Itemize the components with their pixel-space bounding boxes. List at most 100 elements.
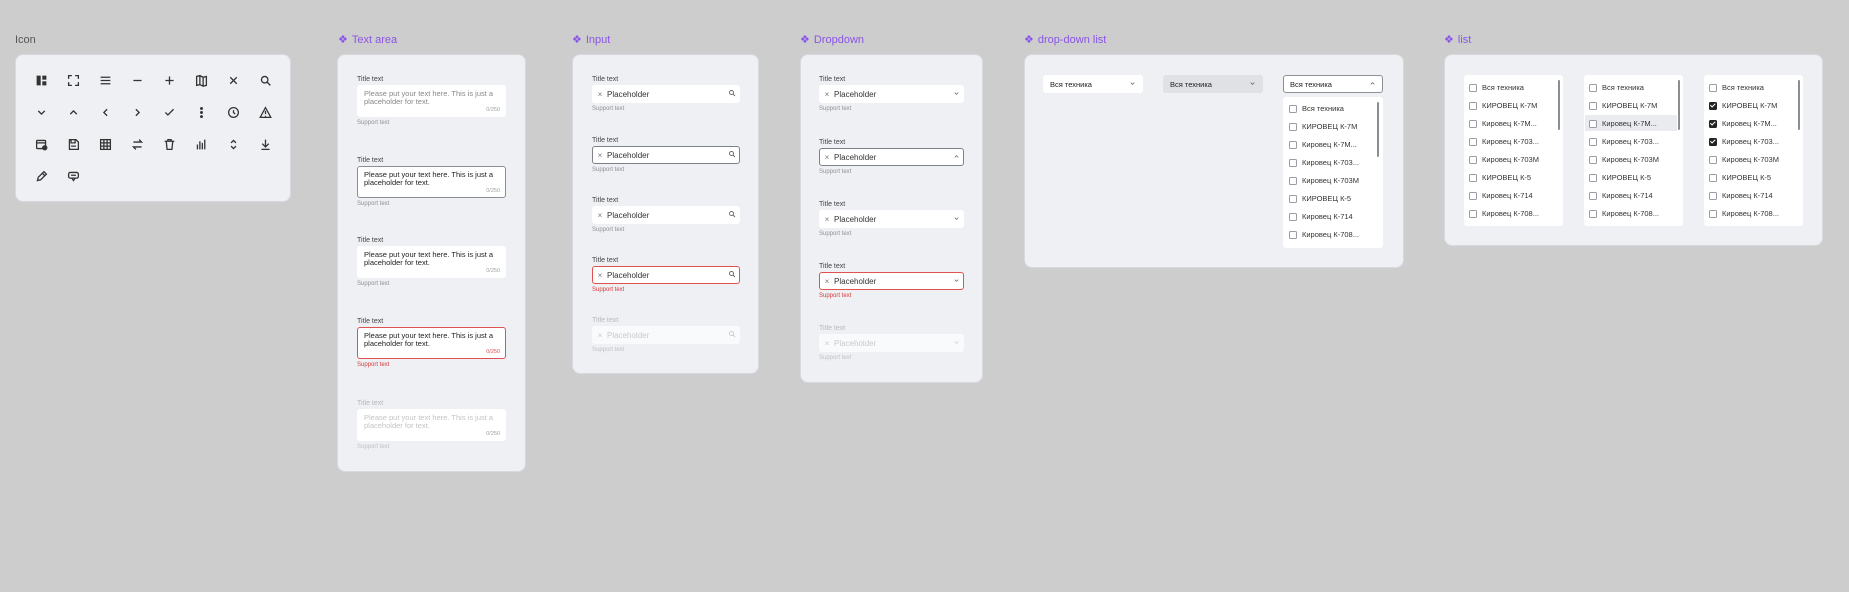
clear-icon[interactable]: × [593, 331, 607, 340]
clear-icon[interactable]: × [820, 277, 834, 286]
list-item[interactable]: Кировец К-703М [1709, 155, 1779, 164]
text-area[interactable]: Please put your text here. This is just … [357, 166, 506, 198]
search-icon[interactable] [725, 330, 739, 340]
checkbox[interactable] [1709, 137, 1717, 146]
clear-icon[interactable]: × [820, 90, 834, 99]
list-item[interactable]: Вся техника [1709, 83, 1764, 92]
checkbox[interactable] [1469, 209, 1477, 218]
list-item[interactable]: Кировец К-708... [1589, 209, 1659, 218]
checkbox[interactable] [1289, 158, 1297, 167]
dropdown-trigger[interactable]: Вся техника [1043, 75, 1143, 93]
grid-icon[interactable] [96, 135, 114, 153]
chevron-down-icon[interactable] [949, 277, 963, 286]
list-item[interactable]: КИРОВЕЦ К-5 [1709, 173, 1771, 182]
map-icon[interactable] [192, 71, 210, 89]
list-item[interactable]: Кировец К-703М [1469, 155, 1539, 164]
bar-chart-icon[interactable] [192, 135, 210, 153]
checkbox[interactable] [1589, 155, 1597, 164]
download-icon[interactable] [256, 135, 274, 153]
list-item[interactable]: Кировец К-703... [1589, 137, 1659, 146]
search-icon[interactable] [256, 71, 274, 89]
list-item[interactable]: Кировец К-714 [1469, 191, 1533, 200]
clear-icon[interactable]: × [820, 153, 834, 162]
checkbox[interactable] [1589, 191, 1597, 200]
chevron-down-icon[interactable] [949, 339, 963, 348]
dropdown-trigger[interactable]: Вся техника [1163, 75, 1263, 93]
checkbox[interactable] [1289, 230, 1297, 239]
checkbox[interactable] [1589, 137, 1597, 146]
checkbox[interactable] [1589, 119, 1597, 128]
checkbox[interactable] [1469, 191, 1477, 200]
checkbox[interactable] [1709, 101, 1717, 110]
list-item[interactable]: КИРОВЕЦ К-7М [1709, 101, 1777, 110]
list-item[interactable]: КИРОВЕЦ К-5 [1589, 173, 1651, 182]
list-item[interactable]: Вся техника [1469, 83, 1524, 92]
checkbox[interactable] [1589, 101, 1597, 110]
clear-icon[interactable]: × [820, 339, 834, 348]
clear-icon[interactable]: × [593, 151, 607, 160]
checkbox[interactable] [1589, 83, 1597, 92]
more-vertical-icon[interactable] [192, 103, 210, 121]
text-area[interactable]: Please put your text here. This is just … [357, 246, 506, 278]
dropdown-select[interactable]: × Placeholder [819, 148, 964, 166]
chevron-up-icon[interactable] [64, 103, 82, 121]
sort-icon[interactable] [224, 135, 242, 153]
list-item[interactable]: КИРОВЕЦ К-7М [1589, 101, 1657, 110]
chevron-up-icon[interactable] [1369, 80, 1376, 89]
list-item[interactable]: Кировец К-7М... [1709, 119, 1777, 128]
checkbox[interactable] [1289, 122, 1297, 131]
clear-icon[interactable]: × [593, 90, 607, 99]
fullscreen-icon[interactable] [64, 71, 82, 89]
checkbox[interactable] [1289, 104, 1297, 113]
checkbox[interactable] [1469, 83, 1477, 92]
dropdown-option[interactable]: Кировец К-708... [1289, 230, 1359, 239]
chevron-down-icon[interactable] [1249, 80, 1256, 89]
dropdown-select[interactable]: × Placeholder [819, 85, 964, 103]
dropdown-option[interactable]: КИРОВЕЦ К-7М [1289, 122, 1357, 131]
dropdown-trigger[interactable]: Вся техника [1283, 75, 1383, 93]
checkbox[interactable] [1289, 212, 1297, 221]
checkbox[interactable] [1709, 119, 1717, 128]
list-item[interactable]: Кировец К-714 [1589, 191, 1653, 200]
checkbox[interactable] [1589, 173, 1597, 182]
clock-icon[interactable] [224, 103, 242, 121]
list-item[interactable]: Кировец К-7М... [1589, 119, 1657, 128]
checkbox[interactable] [1709, 173, 1717, 182]
plus-icon[interactable] [160, 71, 178, 89]
trash-icon[interactable] [160, 135, 178, 153]
list-item[interactable]: КИРОВЕЦ К-5 [1469, 173, 1531, 182]
checkbox[interactable] [1289, 176, 1297, 185]
dropdown-option[interactable]: Кировец К-703... [1289, 158, 1359, 167]
minus-icon[interactable] [128, 71, 146, 89]
chevron-down-icon[interactable] [1129, 80, 1136, 89]
dashboard-icon[interactable] [32, 71, 50, 89]
chevron-down-icon[interactable] [32, 103, 50, 121]
checkbox[interactable] [1289, 194, 1297, 203]
dropdown-option[interactable]: КИРОВЕЦ К-5 [1289, 194, 1351, 203]
chevron-right-icon[interactable] [128, 103, 146, 121]
clear-icon[interactable]: × [593, 211, 607, 220]
warning-icon[interactable] [256, 103, 274, 121]
dropdown-select[interactable]: × Placeholder [819, 272, 964, 290]
checkbox[interactable] [1289, 140, 1297, 149]
chevron-up-icon[interactable] [949, 153, 963, 162]
text-area[interactable]: Please put your text here. This is just … [357, 327, 506, 359]
chevron-left-icon[interactable] [96, 103, 114, 121]
checkbox[interactable] [1469, 173, 1477, 182]
checkbox[interactable] [1709, 155, 1717, 164]
check-icon[interactable] [160, 103, 178, 121]
list-item[interactable]: Кировец К-703М [1589, 155, 1659, 164]
search-input[interactable]: × Placeholder [592, 266, 740, 284]
dropdown-option[interactable]: Кировец К-7М... [1289, 140, 1357, 149]
list-item[interactable]: Кировец К-7М... [1469, 119, 1537, 128]
search-icon[interactable] [725, 270, 739, 280]
list-item[interactable]: Кировец К-708... [1469, 209, 1539, 218]
menu-icon[interactable] [96, 71, 114, 89]
search-icon[interactable] [725, 150, 739, 160]
dropdown-option[interactable]: Кировец К-714 [1289, 212, 1353, 221]
calendar-settings-icon[interactable] [32, 135, 50, 153]
scrollbar[interactable] [1678, 80, 1680, 130]
checkbox[interactable] [1709, 209, 1717, 218]
checkbox[interactable] [1469, 155, 1477, 164]
close-icon[interactable] [224, 71, 242, 89]
